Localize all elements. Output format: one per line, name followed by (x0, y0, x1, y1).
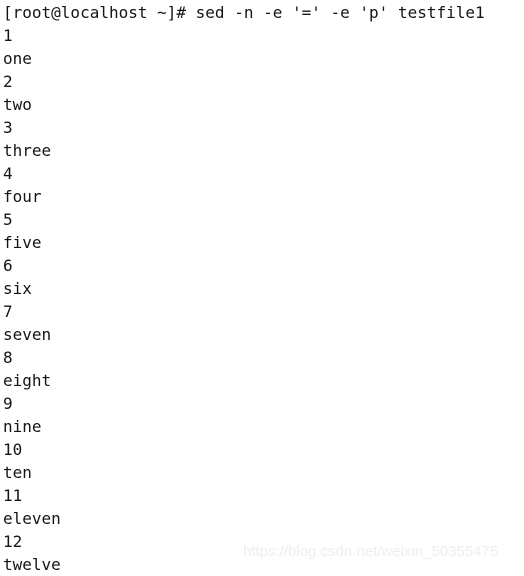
output-line: 3 (3, 118, 13, 137)
output-line: five (3, 233, 42, 252)
output-line: eleven (3, 509, 61, 528)
terminal-window[interactable]: [root@localhost ~]# sed -n -e '=' -e 'p'… (0, 0, 524, 574)
output-line: 2 (3, 72, 13, 91)
output-line: four (3, 187, 42, 206)
output-line: 12 (3, 532, 23, 551)
output-line: 11 (3, 486, 23, 505)
output-line: eight (3, 371, 52, 390)
output-line: nine (3, 417, 42, 436)
output-line: 5 (3, 210, 13, 229)
command-prompt-line: [root@localhost ~]# sed -n -e '=' -e 'p'… (3, 3, 485, 22)
output-line: 10 (3, 440, 23, 459)
output-line: 8 (3, 348, 13, 367)
output-line: ten (3, 463, 32, 482)
output-line: 7 (3, 302, 13, 321)
output-line: two (3, 95, 32, 114)
output-line: 4 (3, 164, 13, 183)
terminal-output-area: [root@localhost ~]# sed -n -e '=' -e 'p'… (0, 0, 524, 576)
output-line: six (3, 279, 32, 298)
output-line: three (3, 141, 52, 160)
output-line: 6 (3, 256, 13, 275)
output-line: 1 (3, 26, 13, 45)
output-line: twelve (3, 555, 61, 574)
output-line: seven (3, 325, 52, 344)
output-line: 9 (3, 394, 13, 413)
output-line: one (3, 49, 32, 68)
